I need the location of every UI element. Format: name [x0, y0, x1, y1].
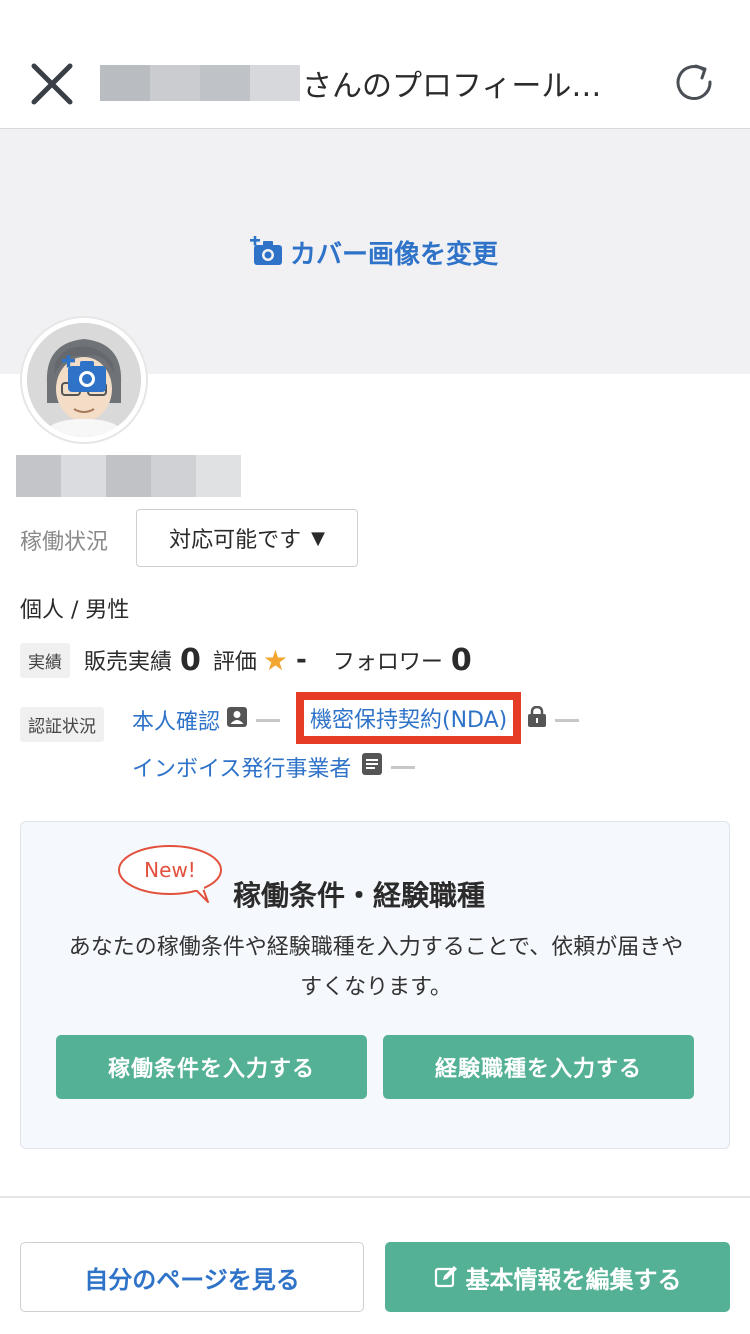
nda-status-dash: [555, 718, 580, 722]
redacted-display-name: [16, 455, 241, 497]
card-description: あなたの稼働条件や経験職種を入力することで、依頼が届きやすくなります。: [68, 935, 684, 1000]
stats-tag: 実績: [20, 642, 70, 678]
nda-link[interactable]: 機密保持契約(NDA): [310, 708, 507, 733]
close-icon: [31, 63, 73, 105]
camera-plus-icon: [62, 354, 106, 392]
new-badge: New!: [116, 844, 226, 910]
new-badge-text: New!: [144, 858, 196, 882]
caret-down-icon: ▼: [311, 527, 325, 549]
document-icon: [361, 752, 383, 782]
identity-verification-link[interactable]: 本人確認: [132, 704, 220, 736]
close-button[interactable]: [30, 62, 74, 106]
availability-select[interactable]: 対応可能です ▼: [136, 509, 358, 567]
redacted-username: [100, 65, 300, 101]
page-title-text: さんのプロフィール…: [302, 69, 602, 104]
edit-basic-info-label: 基本情報を編集する: [465, 1265, 682, 1294]
invoice-status-dash: [391, 765, 416, 769]
id-card-icon: [226, 706, 248, 734]
rating-label: 評価: [212, 650, 257, 675]
camera-plus-icon: [250, 236, 282, 265]
certification-line-2: インボイス発行事業者: [132, 747, 416, 787]
lock-icon: [527, 705, 547, 734]
work-conditions-card: New! 稼働条件・経験職種 あなたの稼働条件や経験職種を入力することで、依頼が…: [20, 821, 730, 1149]
followers-label: フォロワー: [332, 650, 443, 675]
stats-row: 実績 販売実績 0 評価 ★ - フォロワー 0: [20, 640, 484, 680]
availability-label: 稼働状況: [20, 530, 109, 555]
availability-value: 対応可能です: [169, 528, 302, 553]
rating-value: -: [296, 645, 307, 675]
edit-basic-info-button[interactable]: 基本情報を編集する: [385, 1242, 730, 1312]
account-type-gender: 個人 / 男性: [20, 598, 130, 623]
reload-button[interactable]: [672, 60, 716, 104]
edit-icon: [434, 1266, 457, 1288]
footer-divider: [0, 1196, 750, 1198]
identity-status-dash: [256, 718, 281, 722]
star-icon: ★: [262, 643, 289, 677]
enter-conditions-button[interactable]: 稼働条件を入力する: [56, 1035, 367, 1099]
sales-value: 0: [180, 642, 201, 678]
bottom-action-bar: 自分のページを見る 基本情報を編集する: [0, 1220, 750, 1334]
followers-value: 0: [450, 642, 472, 678]
reload-icon: [676, 64, 712, 100]
certification-line-1: 本人確認 機密保持契約(NDA): [132, 692, 580, 744]
card-title: 稼働条件・経験職種: [233, 879, 486, 912]
change-avatar-button[interactable]: [62, 354, 108, 399]
invoice-issuer-link[interactable]: インボイス発行事業者: [132, 751, 351, 783]
top-nav-bar: さんのプロフィール…: [0, 0, 750, 129]
certification-tag: 認証状況: [20, 707, 104, 742]
change-cover-label: カバー画像を変更: [290, 239, 499, 270]
enter-experience-button[interactable]: 経験職種を入力する: [383, 1035, 694, 1099]
view-my-page-button[interactable]: 自分のページを見る: [20, 1242, 364, 1312]
nda-highlight: 機密保持契約(NDA): [296, 692, 522, 744]
view-my-page-label: 自分のページを見る: [84, 1265, 300, 1294]
sales-label: 販売実績: [84, 650, 173, 675]
change-cover-button[interactable]: カバー画像を変更: [250, 232, 498, 272]
page-title: さんのプロフィール…: [100, 58, 601, 108]
